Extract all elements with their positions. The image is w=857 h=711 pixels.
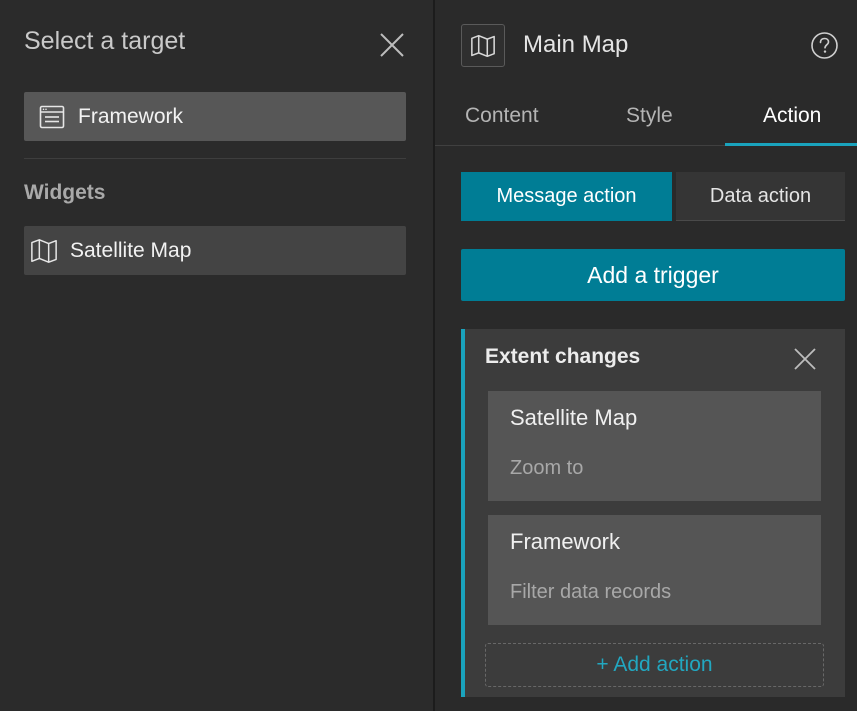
widget-settings-panel: Main Map Content Style Action Message ac…: [435, 0, 857, 711]
select-target-title: Select a target: [24, 27, 186, 55]
widgets-heading: Widgets: [24, 181, 106, 204]
help-icon[interactable]: [810, 31, 839, 60]
select-target-panel: Select a target Framework Widgets Satell…: [0, 0, 433, 711]
window-icon: [38, 103, 66, 131]
action-type: Filter data records: [510, 581, 672, 603]
action-type: Zoom to: [510, 457, 584, 479]
settings-tabs: Content Style Action: [435, 96, 857, 146]
tab-content[interactable]: Content: [465, 104, 539, 128]
close-icon[interactable]: [793, 347, 817, 371]
widget-title: Main Map: [523, 31, 629, 58]
trigger-title: Extent changes: [485, 345, 641, 368]
divider: [24, 158, 406, 159]
widget-item-label: Satellite Map: [70, 238, 192, 262]
message-action-toggle[interactable]: Message action: [461, 172, 672, 221]
tab-action[interactable]: Action: [763, 104, 821, 128]
action-item[interactable]: Satellite Map Zoom to: [488, 391, 821, 501]
action-target: Framework: [510, 529, 621, 554]
target-item-label: Framework: [78, 104, 184, 128]
add-action-button[interactable]: + Add action: [485, 643, 824, 687]
close-icon[interactable]: [378, 31, 406, 59]
active-tab-indicator: [725, 143, 857, 146]
map-icon: [461, 24, 505, 67]
action-item[interactable]: Framework Filter data records: [488, 515, 821, 625]
trigger-card: Extent changes Satellite Map Zoom to Fra…: [461, 329, 845, 697]
data-action-toggle[interactable]: Data action: [676, 172, 845, 221]
tab-style[interactable]: Style: [626, 104, 673, 128]
map-icon: [30, 237, 58, 265]
action-target: Satellite Map: [510, 405, 638, 430]
widget-item-satellite-map[interactable]: Satellite Map: [24, 226, 406, 275]
target-item-framework[interactable]: Framework: [24, 92, 406, 141]
add-trigger-button[interactable]: Add a trigger: [461, 249, 845, 301]
